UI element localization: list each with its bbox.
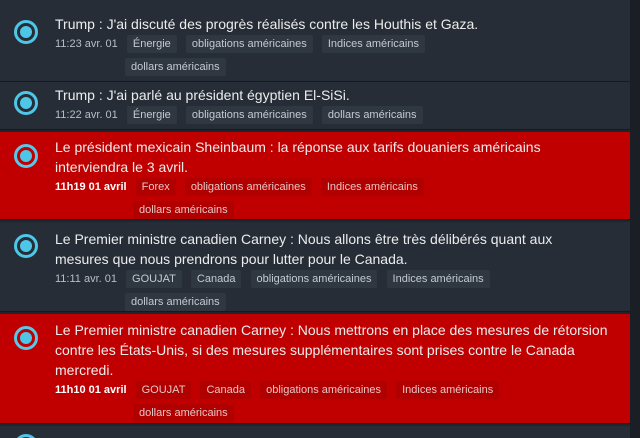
tag[interactable]: Canada — [200, 381, 252, 399]
tag[interactable]: Indices américains — [386, 270, 490, 288]
news-time: 11h19 01 avril — [55, 181, 127, 193]
tag[interactable]: Énergie — [126, 106, 177, 124]
tag[interactable]: dollars américains — [133, 404, 234, 422]
news-meta: 11h19 01 avril Forex obligations américa… — [55, 178, 620, 200]
tag[interactable]: obligations américaines — [185, 106, 313, 124]
news-headline[interactable]: Trump : J'ai parlé au président égyptien… — [55, 85, 630, 105]
bullet-icon — [14, 326, 38, 350]
news-time: 11:23 avr. 01 — [55, 38, 118, 50]
tag[interactable]: Canada — [190, 270, 242, 288]
tag[interactable]: obligations américaines — [250, 270, 378, 288]
news-meta-row2: dollars américains — [55, 58, 630, 80]
news-meta-row2: dollars américains — [55, 404, 620, 426]
news-item[interactable]: Le Premier ministre canadien Carney : No… — [0, 222, 640, 312]
bullet-icon — [14, 144, 38, 168]
tag[interactable]: Énergie — [126, 35, 177, 53]
news-item[interactable]: Trump : J'ai parlé au président égyptien… — [0, 82, 640, 130]
tag[interactable]: dollars américains — [133, 201, 234, 219]
news-time: 11h10 01 avril — [55, 384, 127, 396]
news-headline-line3[interactable]: mercredi. — [55, 360, 620, 380]
tag[interactable]: obligations américaines — [184, 178, 312, 196]
news-headline-line2[interactable]: contre les États-Unis, si des mesures su… — [55, 340, 620, 360]
bullet-icon — [14, 434, 38, 438]
tag[interactable]: GOUJAT — [126, 270, 182, 288]
news-headline[interactable]: Trump : J'ai discuté des progrès réalisé… — [55, 14, 630, 34]
news-item-partial[interactable] — [0, 426, 640, 438]
news-headline-line1[interactable]: Le Premier ministre canadien Carney : No… — [55, 229, 630, 249]
bullet-icon — [14, 91, 38, 115]
news-meta-row2: dollars américains — [55, 201, 620, 223]
tag[interactable]: dollars américains — [125, 293, 226, 311]
news-item-highlight[interactable]: Le président mexicain Sheinbaum : la rép… — [0, 132, 630, 220]
news-meta: 11:22 avr. 01 Énergie obligations améric… — [55, 106, 630, 128]
tag[interactable]: dollars américains — [125, 58, 226, 76]
bullet-icon — [14, 234, 38, 258]
tag[interactable]: Indices américains — [396, 381, 500, 399]
news-headline-line1[interactable]: Le président mexicain Sheinbaum : la rép… — [55, 137, 620, 157]
tag[interactable]: obligations américaines — [185, 35, 313, 53]
tag[interactable]: dollars américains — [321, 106, 423, 124]
news-item-highlight[interactable]: Le Premier ministre canadien Carney : No… — [0, 314, 630, 424]
news-time: 11:11 avr. 01 — [55, 273, 117, 285]
news-headline-line2[interactable]: mesures que nous prendrons pour lutter p… — [55, 249, 630, 269]
tag[interactable]: Indices américains — [320, 178, 424, 196]
tag[interactable]: obligations américaines — [260, 381, 388, 399]
news-feed: Trump : J'ai discuté des progrès réalisé… — [0, 0, 640, 438]
news-meta: 11:11 avr. 01 GOUJAT Canada obligations … — [55, 270, 630, 292]
tag[interactable]: GOUJAT — [135, 381, 192, 399]
news-item[interactable]: Trump : J'ai discuté des progrès réalisé… — [0, 0, 640, 82]
tag[interactable]: Forex — [135, 178, 176, 196]
news-headline-line1[interactable]: Le Premier ministre canadien Carney : No… — [55, 320, 620, 340]
scrollbar[interactable] — [630, 0, 640, 438]
news-headline-line2[interactable]: interviendra le 3 avril. — [55, 157, 620, 177]
news-meta-row2: dollars américains — [55, 293, 630, 315]
tag[interactable]: Indices américains — [321, 35, 425, 53]
news-time: 11:22 avr. 01 — [55, 109, 118, 121]
news-meta: 11:23 avr. 01 Énergie obligations améric… — [55, 35, 630, 57]
news-meta: 11h10 01 avril GOUJAT Canada obligations… — [55, 381, 620, 403]
bullet-icon — [14, 20, 38, 44]
